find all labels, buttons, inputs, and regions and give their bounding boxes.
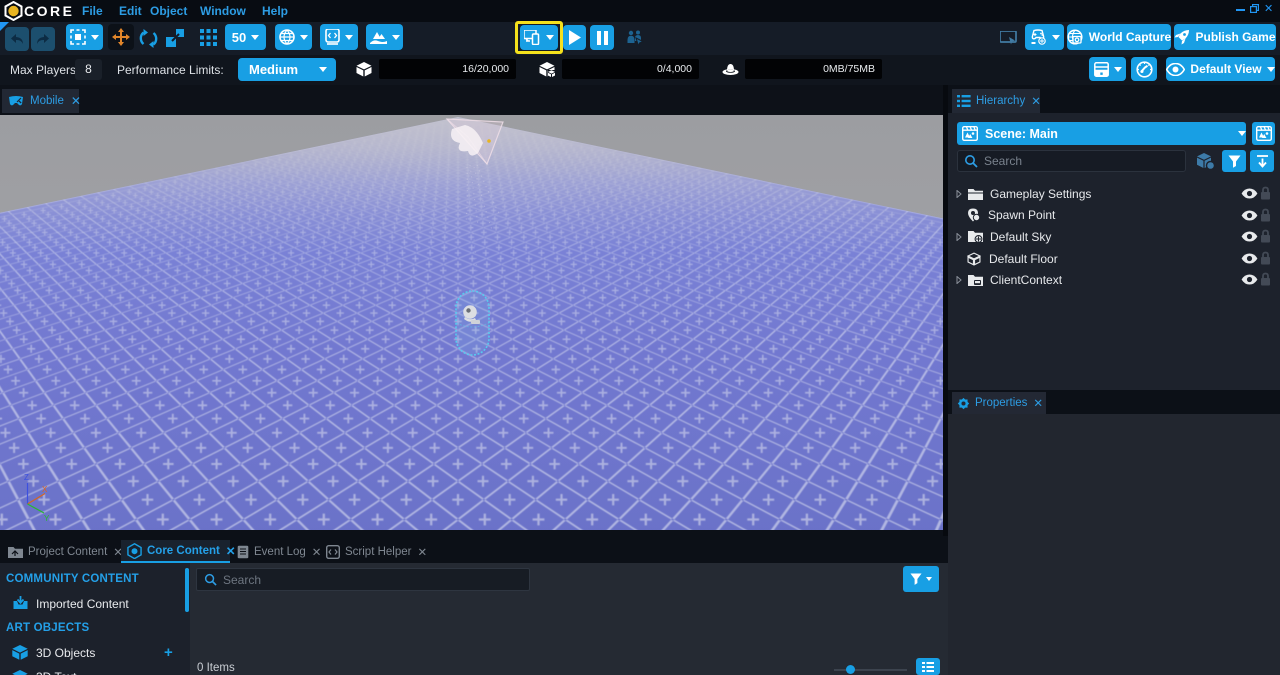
svg-text:Y: Y: [44, 514, 50, 523]
svg-text:X: X: [42, 485, 48, 494]
svg-text:Z: Z: [24, 473, 29, 482]
